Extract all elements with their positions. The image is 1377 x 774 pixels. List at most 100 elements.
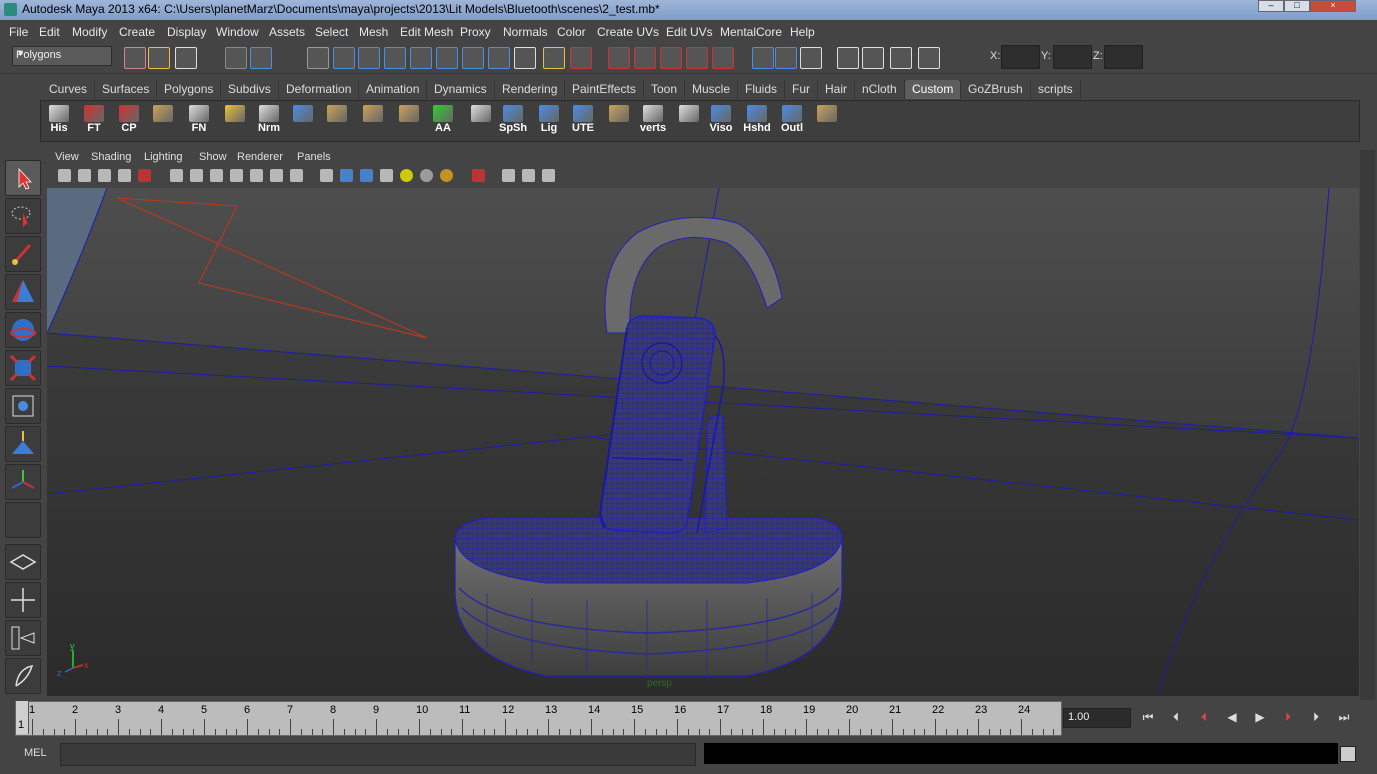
x-field[interactable] (1001, 45, 1040, 69)
shelf-button-icon-12[interactable] (467, 105, 495, 137)
viewport-menu-panels[interactable]: Panels (297, 151, 331, 163)
status-tool-icon[interactable] (124, 47, 146, 69)
viewport-tool-icon[interactable] (78, 169, 91, 182)
y-field[interactable] (1053, 45, 1092, 69)
shelf-button-lig[interactable]: Lig (535, 105, 563, 137)
shelf-button-icon-9[interactable] (359, 105, 387, 137)
viewport-tool-icon[interactable] (472, 169, 485, 182)
viewport-tool-icon[interactable] (340, 169, 353, 182)
status-tool-icon[interactable] (488, 47, 510, 69)
paint-select-tool-button[interactable] (5, 236, 41, 272)
status-tool-icon[interactable] (358, 47, 380, 69)
tab-fur[interactable]: Fur (785, 80, 818, 99)
viewport-tool-icon[interactable] (320, 169, 333, 182)
status-tool-icon[interactable] (862, 47, 884, 69)
status-tool-icon[interactable] (307, 47, 329, 69)
status-tool-icon[interactable] (918, 47, 940, 69)
shelf-button-spsh[interactable]: SpSh (499, 105, 527, 137)
tab-fluids[interactable]: Fluids (738, 80, 786, 99)
go-to-start-button[interactable]: ⏮ (1137, 710, 1159, 726)
shelf-button-icon-7[interactable] (289, 105, 317, 137)
menu-assets[interactable]: Assets (269, 25, 305, 39)
rotate-tool-button[interactable] (5, 312, 41, 348)
status-tool-icon[interactable] (384, 47, 406, 69)
shelf-button-outl[interactable]: Outl (778, 105, 806, 137)
shelf-button-hshd[interactable]: Hshd (743, 105, 771, 137)
tab-gozbrush[interactable]: GoZBrush (961, 80, 1031, 99)
menu-create-uvs[interactable]: Create UVs (597, 25, 659, 39)
step-back-key-button[interactable]: ⏴ (1193, 710, 1215, 726)
tab-scripts[interactable]: scripts (1031, 80, 1081, 99)
shelf-button-cp[interactable]: CP (115, 105, 143, 137)
go-to-end-button[interactable]: ⏭ (1333, 710, 1355, 726)
viewport-tool-icon[interactable] (290, 169, 303, 182)
tab-animation[interactable]: Animation (359, 80, 428, 99)
menu-edit-mesh[interactable]: Edit Mesh (400, 25, 453, 39)
shelf-button-icon-10[interactable] (395, 105, 423, 137)
menu-window[interactable]: Window (216, 25, 259, 39)
shelf-button-nrm[interactable]: Nrm (255, 105, 283, 137)
viewport-menu-shading[interactable]: Shading (91, 151, 131, 163)
viewport-tool-icon[interactable] (118, 169, 131, 182)
status-tool-icon[interactable] (514, 47, 536, 69)
tab-dynamics[interactable]: Dynamics (427, 80, 495, 99)
shelf-button-viso[interactable]: Viso (707, 105, 735, 137)
viewport-tool-icon[interactable] (270, 169, 283, 182)
shelf-button-aa[interactable]: AA (429, 105, 457, 137)
tab-curves[interactable]: Curves (42, 80, 96, 99)
outliner-layout-button[interactable] (5, 620, 41, 656)
viewport-tool-icon[interactable] (230, 169, 243, 182)
status-tool-icon[interactable] (570, 47, 592, 69)
shelf-button-ute[interactable]: UTE (569, 105, 597, 137)
status-tool-icon[interactable] (712, 47, 734, 69)
menu-create[interactable]: Create (119, 25, 155, 39)
status-tool-icon[interactable] (890, 47, 912, 69)
shelf-button-ft[interactable]: FT (80, 105, 108, 137)
menu-modify[interactable]: Modify (72, 25, 107, 39)
tab-deformation[interactable]: Deformation (279, 80, 360, 99)
soft-mod-tool-button[interactable] (5, 426, 41, 462)
tab-hair[interactable]: Hair (818, 80, 856, 99)
current-time-field[interactable]: 1.00 (1063, 708, 1131, 728)
status-tool-icon[interactable] (410, 47, 432, 69)
shelf-button-icon-22[interactable] (813, 105, 841, 137)
mel-label[interactable]: MEL (24, 747, 47, 759)
viewport-tool-icon[interactable] (400, 169, 413, 182)
menu-edit-uvs[interactable]: Edit UVs (666, 25, 713, 39)
menu-mesh[interactable]: Mesh (359, 25, 388, 39)
close-button[interactable]: × (1310, 0, 1356, 12)
status-tool-icon[interactable] (462, 47, 484, 69)
play-forwards-button[interactable]: ▶ (1249, 710, 1271, 726)
viewport-tool-icon[interactable] (360, 169, 373, 182)
viewport-menu-show[interactable]: Show (199, 151, 227, 163)
viewport-tool-icon[interactable] (522, 169, 535, 182)
status-tool-icon[interactable] (686, 47, 708, 69)
tab-toon[interactable]: Toon (644, 80, 686, 99)
manipulator-tool-button[interactable] (5, 388, 41, 424)
single-perspective-layout-button[interactable] (5, 544, 41, 580)
status-tool-icon[interactable] (775, 47, 797, 69)
viewport-menu-renderer[interactable]: Renderer (237, 151, 283, 163)
tab-surfaces[interactable]: Surfaces (95, 80, 158, 99)
viewport-tool-icon[interactable] (98, 169, 111, 182)
viewport-tool-icon[interactable] (440, 169, 453, 182)
shelf-button-icon-5[interactable] (221, 105, 249, 137)
menu-help[interactable]: Help (790, 25, 815, 39)
status-tool-icon[interactable] (175, 47, 197, 69)
status-tool-icon[interactable] (333, 47, 355, 69)
viewport-menu-view[interactable]: View (55, 151, 79, 163)
script-editor-button[interactable] (1340, 746, 1356, 762)
viewport-tool-icon[interactable] (58, 169, 71, 182)
viewport-menu-lighting[interactable]: Lighting (144, 151, 183, 163)
z-field[interactable] (1104, 45, 1143, 69)
perspective-viewport[interactable]: persp y x z (47, 188, 1359, 696)
menu-proxy[interactable]: Proxy (460, 25, 491, 39)
viewport-tool-icon[interactable] (542, 169, 555, 182)
scale-tool-button[interactable] (5, 350, 41, 386)
lasso-tool-button[interactable] (5, 198, 41, 234)
viewport-tool-icon[interactable] (502, 169, 515, 182)
viewport-tool-icon[interactable] (190, 169, 203, 182)
shelf-button-his[interactable]: His (45, 105, 73, 137)
tab-muscle[interactable]: Muscle (685, 80, 739, 99)
shelf-button-icon-8[interactable] (323, 105, 351, 137)
